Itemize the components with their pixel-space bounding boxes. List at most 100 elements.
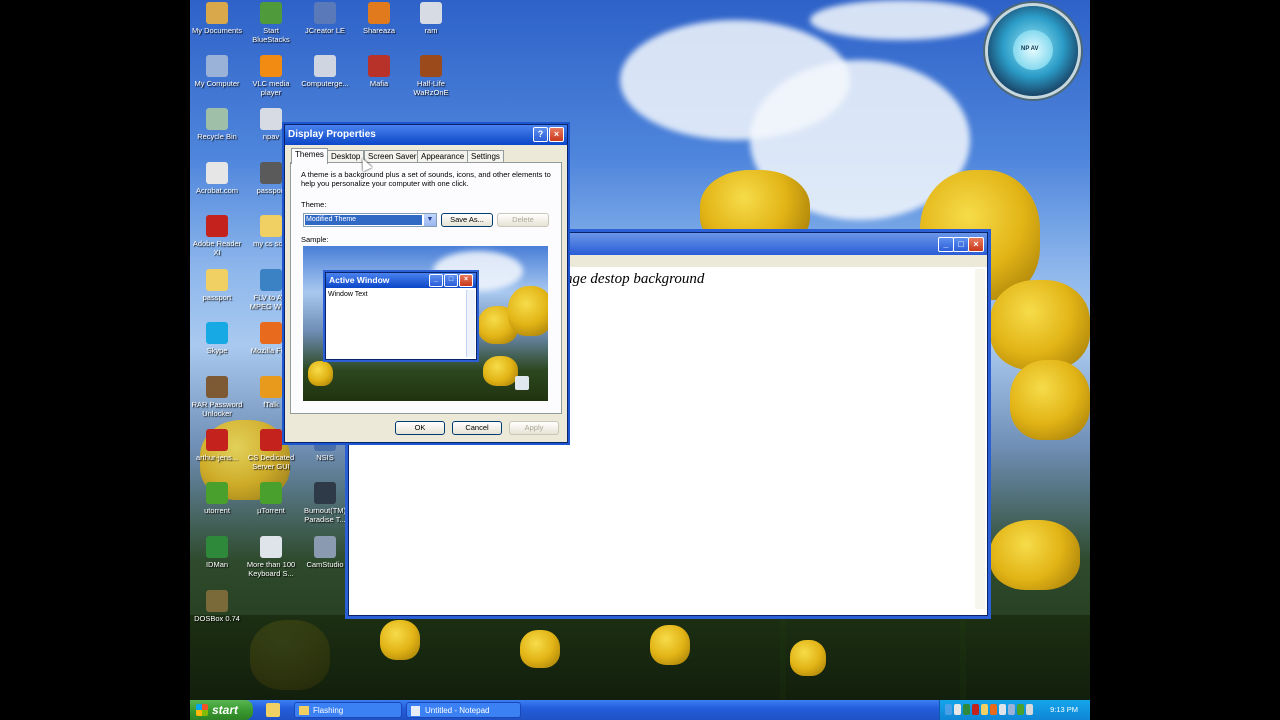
desktop-icon-label: Acrobat.com bbox=[195, 186, 239, 195]
desktop-icon[interactable]: My Computer bbox=[190, 55, 244, 88]
taskbar-item-label: Untitled - Notepad bbox=[425, 706, 490, 715]
taskbar-item-notepad[interactable]: Untitled - Notepad bbox=[406, 702, 521, 718]
app-icon bbox=[260, 482, 282, 504]
desktop-icon[interactable]: VLC media player bbox=[244, 55, 298, 97]
tray-icon[interactable] bbox=[981, 704, 988, 715]
app-icon bbox=[314, 2, 336, 24]
sample-window-text: Window Text bbox=[328, 291, 368, 298]
desktop-icon-label: fTalk bbox=[263, 400, 279, 409]
dialog-title: Display Properties bbox=[288, 129, 376, 140]
antivirus-gadget[interactable]: NP AV bbox=[988, 6, 1078, 96]
clock[interactable]: 9:13 PM bbox=[1050, 700, 1078, 720]
desktop-icon[interactable]: Start BlueStacks bbox=[244, 2, 298, 44]
desktop-icon[interactable]: Computerge... bbox=[298, 55, 352, 88]
desktop-icon[interactable]: Half-Life WaRzOnE bbox=[404, 55, 458, 97]
sample-minimize-icon: _ bbox=[429, 274, 443, 287]
maximize-button[interactable]: □ bbox=[953, 237, 969, 252]
desktop-icon[interactable]: µTorrent bbox=[244, 482, 298, 515]
desktop-icon-label: More than 100 Keyboard S... bbox=[246, 560, 296, 578]
close-button[interactable]: × bbox=[968, 237, 984, 252]
system-tray: 9:13 PM bbox=[939, 700, 1090, 720]
help-button[interactable]: ? bbox=[533, 127, 548, 142]
tulip bbox=[990, 520, 1080, 590]
sample-scrollbar bbox=[466, 290, 475, 357]
windows-logo-icon bbox=[196, 704, 208, 716]
delete-button[interactable]: Delete bbox=[497, 213, 549, 227]
desktop-icon[interactable]: CamStudio bbox=[298, 536, 352, 569]
themes-panel: A theme is a background plus a set of so… bbox=[290, 162, 562, 414]
desktop-icon[interactable]: Recycle Bin bbox=[190, 108, 244, 141]
app-icon bbox=[206, 55, 228, 77]
tray-icon[interactable] bbox=[1017, 704, 1024, 715]
tray-icon[interactable] bbox=[1008, 704, 1015, 715]
theme-select[interactable]: Modified Theme ▼ bbox=[303, 213, 437, 227]
app-icon bbox=[206, 162, 228, 184]
desktop-icon-label: RAR Password Unlocker bbox=[191, 400, 243, 418]
desktop-icon-label: My Computer bbox=[194, 79, 240, 88]
app-icon bbox=[260, 108, 282, 130]
tray-icon[interactable] bbox=[1026, 704, 1033, 715]
tray-icon[interactable] bbox=[990, 704, 997, 715]
sample-close-icon: × bbox=[459, 274, 473, 287]
start-button[interactable]: start bbox=[190, 700, 253, 720]
desktop-icon[interactable]: IDMan bbox=[190, 536, 244, 569]
notepad-text-area[interactable]: nge destop background bbox=[565, 271, 704, 288]
tab-themes[interactable]: Themes bbox=[291, 148, 328, 164]
tulip bbox=[483, 356, 518, 386]
app-icon bbox=[260, 162, 282, 184]
tray-icon[interactable] bbox=[954, 704, 961, 715]
desktop-icon[interactable]: Skype bbox=[190, 322, 244, 355]
app-icon bbox=[206, 429, 228, 451]
taskbar-item-label: Flashing bbox=[313, 706, 344, 715]
app-icon bbox=[206, 376, 228, 398]
taskbar-item-flashing[interactable]: Flashing bbox=[294, 702, 402, 718]
desktop-icon[interactable]: Shareaza bbox=[352, 2, 406, 35]
ok-button[interactable]: OK bbox=[395, 421, 445, 435]
desktop-icon-label: arthur-jens... bbox=[195, 453, 239, 462]
app-icon bbox=[260, 536, 282, 558]
tulip bbox=[520, 630, 560, 668]
desktop-icon-label: IDMan bbox=[205, 560, 229, 569]
desktop-icon[interactable]: Mafia bbox=[352, 55, 406, 88]
desktop-icon[interactable]: arthur-jens... bbox=[190, 429, 244, 462]
tulip bbox=[508, 286, 548, 336]
tray-icon[interactable] bbox=[972, 704, 979, 715]
desktop-icon[interactable]: DOSBox 0.74 bbox=[190, 590, 244, 623]
desktop-icon[interactable]: My Documents bbox=[190, 2, 244, 35]
desktop-icon-label: Burnout(TM) Paradise T... bbox=[303, 506, 347, 524]
desktop-icon-label: My Documents bbox=[191, 26, 242, 35]
desktop-icon[interactable]: utorrent bbox=[190, 482, 244, 515]
app-icon bbox=[368, 55, 390, 77]
cancel-button[interactable]: Cancel bbox=[452, 421, 502, 435]
desktop-icon[interactable]: JCreator LE bbox=[298, 2, 352, 35]
app-icon bbox=[260, 429, 282, 451]
folder-icon bbox=[299, 706, 309, 715]
desktop-icon[interactable]: Adobe Reader XI bbox=[190, 215, 244, 257]
desktop-icon[interactable]: Acrobat.com bbox=[190, 162, 244, 195]
chevron-down-icon[interactable]: ▼ bbox=[424, 214, 436, 226]
save-as-button[interactable]: Save As... bbox=[441, 213, 493, 227]
tray-icon[interactable] bbox=[963, 704, 970, 715]
dialog-title-bar[interactable]: Display Properties ? × bbox=[285, 125, 567, 145]
dialog-close-button[interactable]: × bbox=[549, 127, 564, 142]
desktop-icon[interactable]: ram bbox=[404, 2, 458, 35]
desktop-icon-label: Computerge... bbox=[301, 79, 349, 88]
tray-icon[interactable] bbox=[999, 704, 1006, 715]
app-icon bbox=[260, 2, 282, 24]
notepad-vertical-scrollbar[interactable] bbox=[975, 269, 985, 609]
sample-label: Sample: bbox=[301, 235, 329, 244]
desktop-icon-label: ram bbox=[424, 26, 438, 35]
desktop-icon[interactable]: passport bbox=[190, 269, 244, 302]
app-icon bbox=[420, 2, 442, 24]
desktop-icon-label: Half-Life WaRzOnE bbox=[413, 79, 449, 97]
desktop-icon[interactable]: Burnout(TM) Paradise T... bbox=[298, 482, 352, 524]
theme-selected-value: Modified Theme bbox=[305, 215, 422, 225]
desktop-icon[interactable]: More than 100 Keyboard S... bbox=[244, 536, 298, 578]
minimize-button[interactable]: _ bbox=[938, 237, 954, 252]
quick-launch-folder-icon[interactable] bbox=[266, 703, 280, 717]
desktop-icon[interactable]: RAR Password Unlocker bbox=[190, 376, 244, 418]
desktop-icon-label: JCreator LE bbox=[304, 26, 346, 35]
desktop-icon-label: µTorrent bbox=[257, 506, 285, 515]
apply-button[interactable]: Apply bbox=[509, 421, 559, 435]
tray-icon[interactable] bbox=[945, 704, 952, 715]
